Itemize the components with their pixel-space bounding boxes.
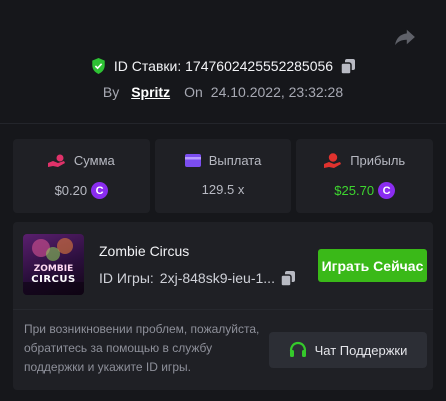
bet-id-row: ID Ставки: 1747602425552285056 bbox=[0, 58, 446, 74]
game-id-row: ID Игры: 2xj-848sk9-ieu-1... bbox=[99, 270, 295, 286]
coin-icon: C bbox=[91, 182, 109, 199]
play-now-button[interactable]: Играть Сейчас bbox=[318, 249, 427, 282]
verified-shield-icon bbox=[92, 58, 105, 74]
bet-stats: Сумма $0.20 C Выплата 129.5 x Прибыль $2… bbox=[13, 139, 434, 213]
bet-author-row: By Spritz On 24.10.2022, 23:32:28 bbox=[0, 84, 446, 100]
game-id-value: 2xj-848sk9-ieu-1... bbox=[159, 270, 275, 286]
copy-icon[interactable] bbox=[280, 270, 295, 286]
stat-payout-label: Выплата bbox=[208, 153, 262, 168]
bet-id-value: 1747602425552285056 bbox=[185, 58, 334, 74]
stat-amount-label: Сумма bbox=[73, 153, 115, 168]
divider bbox=[0, 123, 446, 124]
by-label: By bbox=[102, 84, 120, 100]
user-link[interactable]: Spritz bbox=[131, 84, 170, 100]
stat-amount-value: $0.20 bbox=[54, 183, 88, 198]
stat-profit-label: Прибыль bbox=[350, 153, 406, 168]
game-title: Zombie Circus bbox=[99, 243, 190, 259]
bet-id-label: ID Ставки: bbox=[113, 58, 182, 74]
support-chat-label: Чат Поддержки bbox=[314, 342, 408, 358]
headset-icon bbox=[289, 341, 306, 357]
game-card: ZOMBIE CIRCUS Zombie Circus ID Игры: 2xj… bbox=[13, 222, 433, 390]
thumb-line2: CIRCUS bbox=[31, 274, 76, 285]
support-chat-button[interactable]: Чат Поддержки bbox=[269, 332, 427, 368]
support-help-text: При возникновении проблем, пожалуйста, о… bbox=[24, 322, 260, 374]
bet-id-text: ID Ставки: 1747602425552285056 bbox=[114, 58, 333, 74]
on-label: On bbox=[184, 84, 203, 100]
game-thumbnail[interactable]: ZOMBIE CIRCUS bbox=[23, 234, 84, 295]
card-icon bbox=[184, 154, 201, 167]
coins-hand-icon bbox=[47, 154, 65, 167]
stat-amount: Сумма $0.20 C bbox=[13, 139, 150, 213]
stat-profit: Прибыль $25.70 C bbox=[296, 139, 434, 213]
copy-icon[interactable] bbox=[341, 58, 356, 74]
stat-payout: Выплата 129.5 x bbox=[154, 139, 292, 213]
share-icon[interactable] bbox=[394, 28, 416, 46]
coin-icon: C bbox=[378, 182, 396, 199]
divider bbox=[13, 309, 433, 310]
stat-profit-value: $25.70 bbox=[334, 183, 375, 198]
bet-date: 24.10.2022, 23:32:28 bbox=[210, 84, 344, 100]
profit-icon bbox=[324, 153, 342, 168]
thumb-line1: ZOMBIE bbox=[33, 264, 74, 274]
stat-payout-value: 129.5 x bbox=[201, 182, 245, 197]
game-id-label: ID Игры: bbox=[99, 270, 154, 286]
